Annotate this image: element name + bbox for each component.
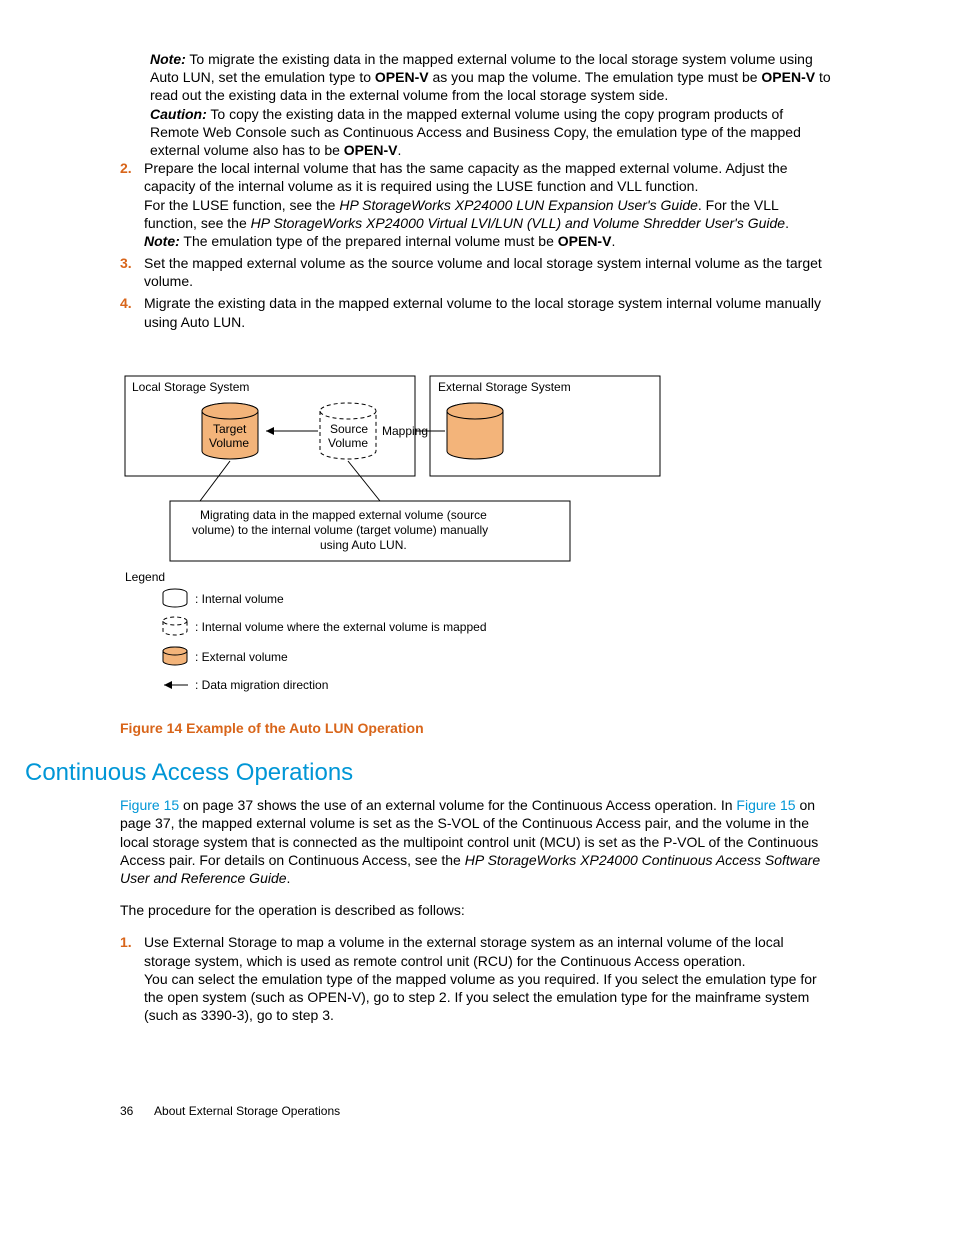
diagram-label: Local Storage System bbox=[132, 380, 249, 394]
section-heading: Continuous Access Operations bbox=[25, 757, 834, 788]
legend-item: : External volume bbox=[195, 650, 288, 664]
page-number: 36 bbox=[120, 1104, 133, 1120]
step-number: 1. bbox=[120, 933, 144, 1024]
paragraph: Figure 15 on page 37 shows the use of an… bbox=[120, 796, 834, 887]
openv: OPEN-V bbox=[344, 142, 398, 158]
step-1: 1. Use External Storage to map a volume … bbox=[120, 933, 834, 1024]
diagram-desc: volume) to the internal volume (target v… bbox=[192, 523, 488, 537]
step-4: 4. Migrate the existing data in the mapp… bbox=[120, 294, 834, 330]
note-block: Note: To migrate the existing data in th… bbox=[150, 50, 834, 159]
step-2: 2. Prepare the local internal volume tha… bbox=[120, 159, 834, 250]
diagram-label: External Storage System bbox=[438, 380, 571, 394]
step-number: 2. bbox=[120, 159, 144, 250]
openv: OPEN-V bbox=[761, 69, 815, 85]
step-number: 4. bbox=[120, 294, 144, 330]
step-text: Prepare the local internal volume that h… bbox=[144, 160, 788, 194]
openv: OPEN-V bbox=[375, 69, 429, 85]
step-number: 3. bbox=[120, 254, 144, 290]
diagram-label: Volume bbox=[328, 436, 368, 450]
step-text: . bbox=[611, 233, 615, 249]
openv: OPEN-V bbox=[558, 233, 612, 249]
step-text: . bbox=[785, 215, 789, 231]
figure-caption: Figure 14 Example of the Auto LUN Operat… bbox=[120, 719, 834, 737]
step-3: 3. Set the mapped external volume as the… bbox=[120, 254, 834, 290]
note-label: Note: bbox=[150, 51, 186, 67]
body-text: on page 37 shows the use of an external … bbox=[179, 797, 736, 813]
guide-ref: HP StorageWorks XP24000 LUN Expansion Us… bbox=[339, 197, 698, 213]
figure-link[interactable]: Figure 15 bbox=[736, 797, 795, 813]
diagram-label: Source bbox=[330, 422, 368, 436]
diagram-label: Volume bbox=[209, 436, 249, 450]
legend-item: : Internal volume where the external vol… bbox=[195, 620, 487, 634]
step-text: The emulation type of the prepared inter… bbox=[180, 233, 558, 249]
step-text: You can select the emulation type of the… bbox=[144, 971, 817, 1023]
figure-link[interactable]: Figure 15 bbox=[120, 797, 179, 813]
paragraph: The procedure for the operation is descr… bbox=[120, 901, 834, 919]
guide-ref: HP StorageWorks XP24000 Virtual LVI/LUN … bbox=[251, 215, 785, 231]
step-text: For the LUSE function, see the bbox=[144, 197, 339, 213]
step-text: Set the mapped external volume as the so… bbox=[144, 254, 834, 290]
diagram-desc: using Auto LUN. bbox=[320, 538, 407, 552]
caution-text: To copy the existing data in the mapped … bbox=[150, 106, 801, 158]
note-label: Note: bbox=[144, 233, 180, 249]
note-text: as you map the volume. The emulation typ… bbox=[429, 69, 762, 85]
step-text: Use External Storage to map a volume in … bbox=[144, 934, 784, 968]
footer-title: About External Storage Operations bbox=[154, 1104, 340, 1118]
legend-item: : Internal volume bbox=[195, 592, 284, 606]
diagram-label: Target bbox=[213, 422, 247, 436]
figure-14-diagram: Local Storage System Target Volume Sourc… bbox=[120, 371, 834, 711]
caution-text: . bbox=[397, 142, 401, 158]
page-footer: 36 About External Storage Operations bbox=[120, 1104, 834, 1120]
caution-label: Caution: bbox=[150, 106, 207, 122]
legend-title: Legend bbox=[125, 570, 165, 584]
step-text: Migrate the existing data in the mapped … bbox=[144, 294, 834, 330]
diagram-desc: Migrating data in the mapped external vo… bbox=[200, 508, 487, 522]
body-text: . bbox=[287, 870, 291, 886]
legend-item: : Data migration direction bbox=[195, 678, 328, 692]
